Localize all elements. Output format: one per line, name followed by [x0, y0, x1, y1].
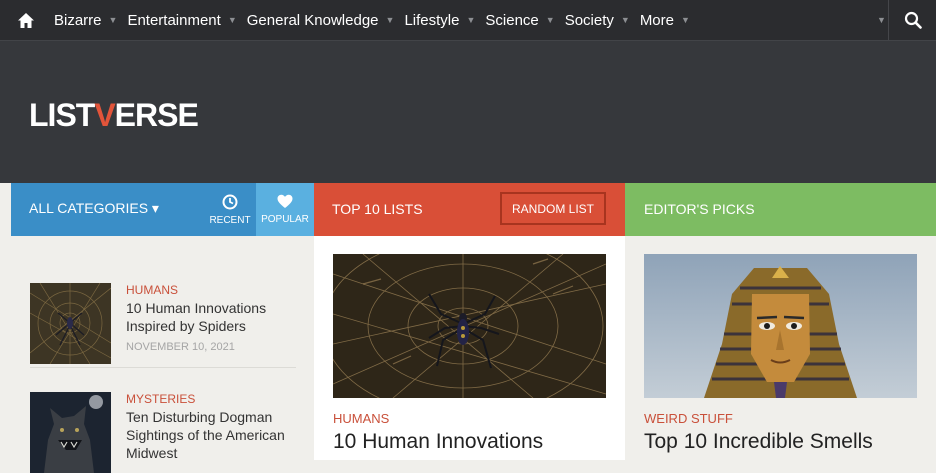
nav-item-society[interactable]: Society ▼: [563, 0, 638, 40]
chevron-down-icon: ▼: [108, 15, 118, 25]
category-label[interactable]: MYSTERIES: [126, 392, 301, 406]
article-title[interactable]: 10 Human Innovations: [333, 430, 543, 454]
chevron-down-icon: ▼: [545, 15, 555, 25]
top-10-column: HUMANS 10 Human Innovations: [314, 236, 625, 460]
listverse-logo[interactable]: LISTVERSE: [29, 97, 199, 134]
nav-item-entertainment[interactable]: Entertainment ▼: [125, 0, 244, 40]
clock-icon: [222, 194, 238, 209]
home-button[interactable]: [0, 0, 52, 40]
site-header: LISTVERSE: [0, 40, 936, 183]
top-10-lists-header: TOP 10 LISTS RANDOM LIST: [314, 183, 625, 236]
nav-item-science[interactable]: Science ▼: [483, 0, 562, 40]
nav-item-lifestyle[interactable]: Lifestyle ▼: [402, 0, 483, 40]
top-navigation: Bizarre ▼ Entertainment ▼ General Knowledg…: [0, 0, 936, 40]
editors-picks-column: WEIRD STUFF Top 10 Incredible Smells: [625, 236, 936, 460]
popular-tab[interactable]: POPULAR: [256, 183, 314, 236]
editors-picks-header: EDITOR'S PICKS: [625, 183, 936, 236]
nav-item-bizarre[interactable]: Bizarre ▼: [52, 0, 125, 40]
category-label[interactable]: WEIRD STUFF: [644, 411, 733, 426]
nav-item-more[interactable]: More ▼: [638, 0, 698, 40]
category-label[interactable]: HUMANS: [333, 411, 389, 426]
dogman-thumbnail[interactable]: [30, 392, 111, 473]
chevron-down-icon: ▼: [227, 15, 237, 25]
categories-header: ALL CATEGORIES ▾ RECENT POPULAR: [11, 183, 314, 236]
article-title[interactable]: Top 10 Incredible Smells: [644, 430, 873, 454]
recent-list-column: HUMANS 10 Human Innovations Inspired by …: [11, 236, 314, 473]
search-icon: [904, 11, 922, 29]
all-categories-dropdown[interactable]: ALL CATEGORIES ▾: [29, 200, 159, 217]
heart-icon: [277, 194, 293, 208]
article-title[interactable]: 10 Human Innovations Inspired by Spiders: [126, 299, 301, 335]
chevron-down-icon: ▼: [620, 15, 630, 25]
list-item[interactable]: HUMANS 10 Human Innovations Inspired by …: [30, 283, 296, 368]
nav-item-general-knowledge[interactable]: General Knowledge ▼: [245, 0, 403, 40]
spider-feature-image[interactable]: [333, 254, 606, 398]
home-icon: [18, 12, 34, 28]
spider-thumbnail[interactable]: [30, 283, 111, 364]
random-list-button[interactable]: RANDOM LIST: [500, 192, 606, 225]
top-10-lists-link[interactable]: TOP 10 LISTS: [332, 201, 423, 217]
category-label[interactable]: HUMANS: [126, 283, 301, 297]
chevron-down-icon: ▼: [385, 15, 395, 25]
chevron-down-icon: ▼: [466, 15, 476, 25]
chevron-down-icon: ▼: [681, 15, 690, 25]
pharaoh-feature-image[interactable]: [644, 254, 917, 398]
editors-picks-link[interactable]: EDITOR'S PICKS: [644, 201, 755, 217]
search-button[interactable]: [888, 0, 936, 40]
article-date: NOVEMBER 10, 2021: [126, 341, 235, 353]
article-title[interactable]: Ten Disturbing Dogman Sightings of the A…: [126, 408, 301, 462]
recent-tab[interactable]: RECENT: [204, 183, 256, 236]
